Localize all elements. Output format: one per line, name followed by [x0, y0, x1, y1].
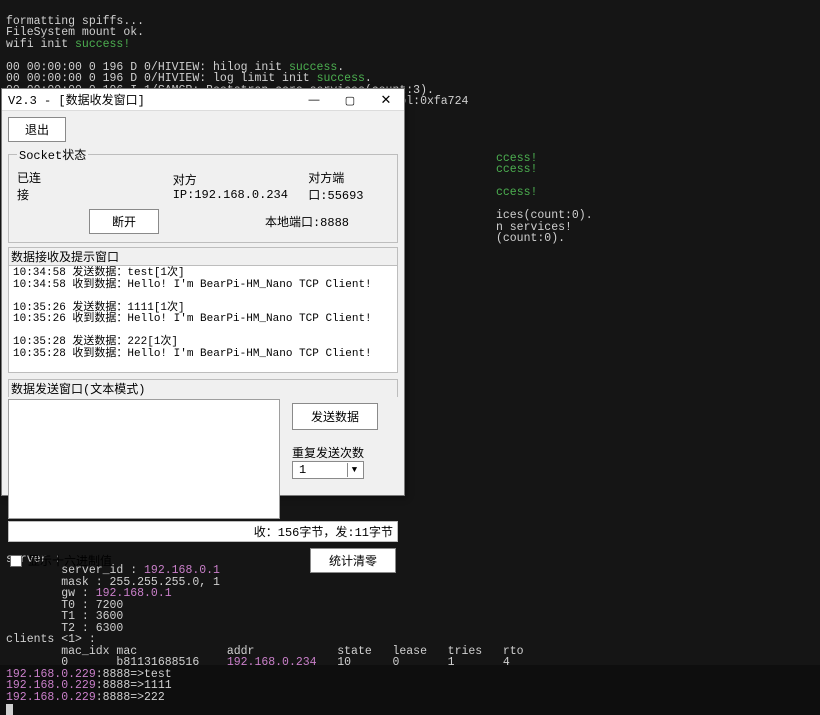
send-data-button[interactable]: 发送数据: [292, 403, 378, 430]
hex-display-label: 显示十六进制值: [28, 552, 112, 569]
data-transfer-dialog: V2.3 - [数据收发窗口] — ▢ ✕ 退出 Socket状态 已连接 对方…: [1, 88, 405, 496]
checkbox-icon: [10, 555, 22, 567]
terminal-cursor: [6, 704, 13, 715]
socket-legend: Socket状态: [17, 146, 88, 163]
repeat-count-value: 1: [299, 463, 306, 477]
local-port-label: 本地端口:8888: [265, 213, 349, 230]
peer-port-label: 对方端口:55693: [308, 169, 389, 203]
minimize-button[interactable]: —: [296, 89, 332, 111]
send-text-input[interactable]: [8, 399, 280, 519]
send-group-label: 数据发送窗口(文本模式): [8, 379, 398, 397]
recv-group-label: 数据接收及提示窗口: [8, 247, 398, 265]
maximize-button[interactable]: ▢: [332, 89, 368, 111]
window-title: V2.3 - [数据收发窗口]: [8, 91, 145, 108]
connected-label: 已连接: [17, 169, 49, 203]
peer-ip-label: 对方IP:192.168.0.234: [173, 171, 296, 202]
repeat-count-select[interactable]: 1 ▼: [292, 461, 364, 479]
chevron-down-icon: ▼: [347, 463, 361, 477]
titlebar[interactable]: V2.3 - [数据收发窗口] — ▢ ✕: [2, 89, 404, 111]
close-button[interactable]: ✕: [368, 89, 404, 111]
repeat-count-label: 重复发送次数: [292, 444, 398, 461]
stats-bar: 收：156字节，发:11字节: [8, 521, 398, 542]
hex-display-checkbox[interactable]: 显示十六进制值: [10, 552, 112, 569]
socket-status-group: Socket状态 已连接 对方IP:192.168.0.234 对方端口:556…: [8, 146, 398, 243]
clear-stats-button[interactable]: 统计清零: [310, 548, 396, 573]
exit-button[interactable]: 退出: [8, 117, 66, 142]
recv-log-box[interactable]: 10:34:58 发送数据：test[1次] 10:34:58 收到数据：Hel…: [8, 265, 398, 373]
disconnect-button[interactable]: 断开: [89, 209, 159, 234]
